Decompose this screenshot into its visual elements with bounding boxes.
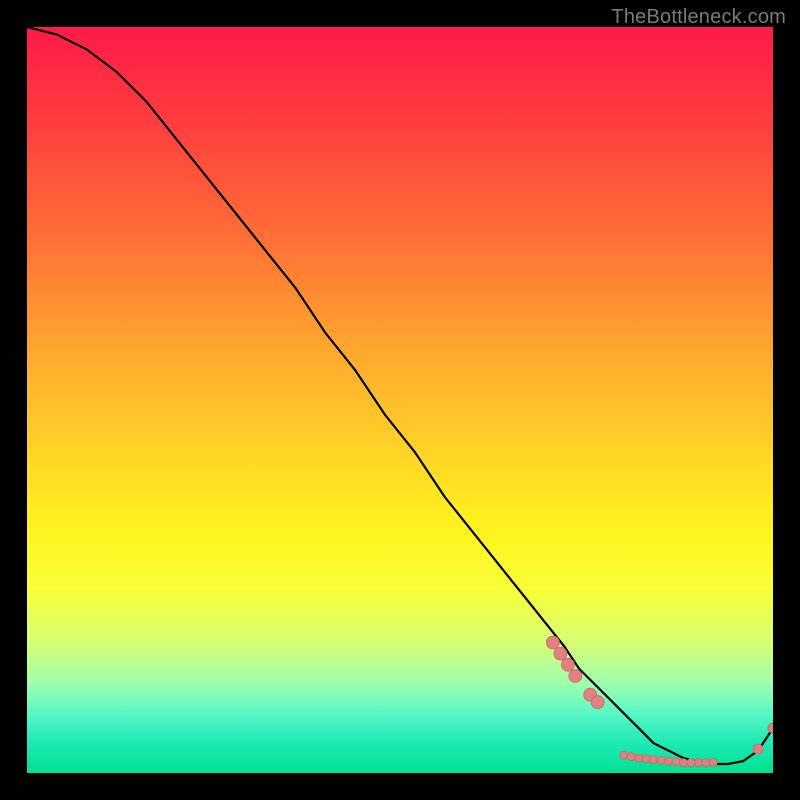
data-marker: [569, 670, 582, 683]
data-marker: [702, 759, 710, 767]
bottleneck-curve: [27, 27, 773, 764]
data-marker: [561, 658, 574, 671]
data-marker: [694, 759, 702, 767]
data-marker: [768, 723, 773, 733]
plot-area: [27, 27, 773, 773]
data-marker: [627, 753, 635, 761]
data-marker: [642, 755, 650, 763]
marker-cluster-upper: [546, 636, 604, 709]
chart-stage: TheBottleneck.com: [0, 0, 800, 800]
data-marker: [554, 647, 567, 660]
data-marker: [657, 756, 665, 764]
attribution-label: TheBottleneck.com: [611, 6, 786, 29]
curve-layer: [27, 27, 773, 773]
data-marker: [546, 636, 559, 649]
data-marker: [591, 696, 604, 709]
data-marker: [753, 744, 763, 754]
data-marker: [687, 759, 695, 767]
data-marker: [709, 759, 717, 767]
data-marker: [672, 758, 680, 766]
data-marker: [635, 754, 643, 762]
marker-cluster-valley: [620, 751, 718, 767]
data-marker: [620, 751, 628, 759]
data-marker: [665, 757, 673, 765]
data-marker: [650, 756, 658, 764]
data-marker: [680, 759, 688, 767]
marker-cluster-end: [753, 723, 773, 754]
